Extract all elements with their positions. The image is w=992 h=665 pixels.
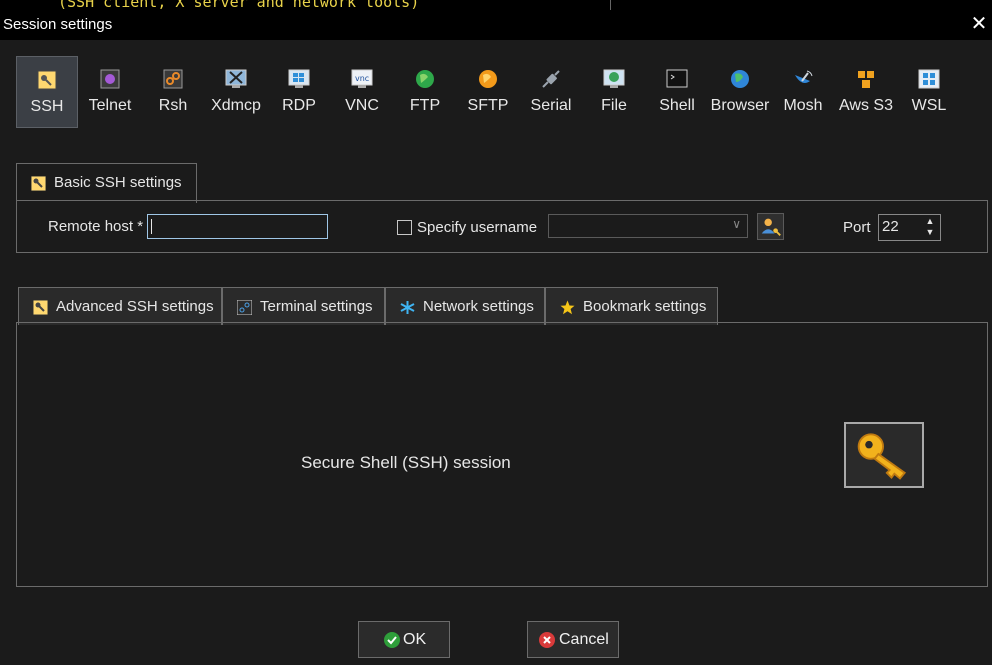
terminal-icon [237, 300, 252, 315]
tab-label: Terminal settings [260, 298, 373, 315]
specify-username-checkbox[interactable] [397, 220, 412, 235]
sftp-globe-icon [479, 70, 497, 88]
session-type-aws-s3[interactable]: Aws S3 [835, 56, 897, 128]
session-type-vnc[interactable]: vnc VNC [331, 56, 393, 128]
session-type-file[interactable]: File [583, 56, 645, 128]
session-type-shell[interactable]: Shell [646, 56, 708, 128]
session-type-label: RDP [282, 97, 316, 114]
telnet-icon [100, 69, 120, 89]
title-bar: Session settings ✕ [0, 10, 992, 40]
ssh-key-large-icon [844, 422, 924, 488]
session-type-label: Aws S3 [839, 97, 893, 114]
cancel-x-icon [539, 632, 555, 648]
port-value: 22 [882, 218, 899, 235]
cancel-button[interactable]: Cancel [527, 621, 619, 658]
session-type-ftp[interactable]: FTP [394, 56, 456, 128]
ssh-key-icon [33, 300, 48, 315]
port-spinbox[interactable]: 22 ▲ ▼ [878, 214, 941, 241]
session-type-label: Serial [530, 97, 572, 114]
session-type-label: VNC [345, 97, 379, 114]
specify-username-label: Specify username [417, 219, 538, 236]
session-type-label: WSL [911, 97, 947, 114]
basic-settings-panel: Remote host * Specify username ∨ Port 22… [16, 200, 988, 253]
tab-advanced-ssh-settings[interactable]: Advanced SSH settings [18, 287, 222, 325]
session-settings-dialog: SSH Telnet Rsh Xdmcp RDP vnc VNC FTP SFT [0, 40, 992, 665]
port-label: Port [843, 219, 871, 236]
browser-globe-icon [731, 70, 749, 88]
remote-host-input[interactable] [147, 214, 328, 239]
spin-up-icon[interactable]: ▲ [923, 216, 937, 227]
session-type-label: Mosh [783, 97, 823, 114]
ssh-key-icon [31, 176, 46, 191]
session-type-xdmcp[interactable]: Xdmcp [205, 56, 267, 128]
username-select[interactable]: ∨ [548, 214, 748, 238]
network-icon [400, 301, 415, 314]
session-type-ssh[interactable]: SSH [16, 56, 78, 128]
ok-button[interactable]: OK [358, 621, 450, 658]
tab-label: Network settings [423, 298, 534, 315]
session-type-label: Browser [710, 97, 770, 114]
session-type-label: Telnet [88, 97, 132, 114]
chevron-down-icon: ∨ [732, 217, 741, 231]
session-type-label: SFTP [467, 97, 509, 114]
wsl-windows-icon [918, 69, 940, 89]
tab-label: Advanced SSH settings [56, 298, 214, 315]
tab-label: Basic SSH settings [54, 174, 182, 191]
remote-host-label: Remote host * [48, 218, 144, 235]
serial-plug-icon [542, 70, 560, 88]
session-type-serial[interactable]: Serial [520, 56, 582, 128]
user-key-icon [761, 218, 781, 236]
session-description: Secure Shell (SSH) session [301, 453, 511, 472]
file-monitor-icon [603, 69, 625, 88]
ssh-key-icon [37, 70, 57, 90]
shell-terminal-icon [666, 69, 688, 88]
session-type-sftp[interactable]: SFTP [457, 56, 519, 128]
tab-network-settings[interactable]: Network settings [385, 287, 545, 325]
session-type-label: Rsh [158, 97, 188, 114]
tab-terminal-settings[interactable]: Terminal settings [222, 287, 385, 325]
session-type-label: Xdmcp [211, 97, 261, 114]
tab-label: Bookmark settings [583, 298, 707, 315]
session-type-label: Shell [659, 97, 695, 114]
user-manager-button[interactable] [757, 213, 784, 240]
session-type-telnet[interactable]: Telnet [79, 56, 141, 128]
tab-basic-ssh-settings[interactable]: Basic SSH settings [16, 163, 197, 203]
session-type-rdp[interactable]: RDP [268, 56, 330, 128]
xdmcp-icon [225, 69, 247, 88]
session-type-label: SSH [30, 98, 64, 115]
session-type-label: File [601, 97, 627, 114]
session-type-browser[interactable]: Browser [709, 56, 771, 128]
rdp-icon [288, 69, 310, 88]
session-type-wsl[interactable]: WSL [898, 56, 960, 128]
tab-bookmark-settings[interactable]: Bookmark settings [545, 287, 718, 325]
session-type-label: FTP [409, 97, 441, 114]
spin-down-icon[interactable]: ▼ [923, 227, 937, 238]
vnc-icon: vnc [351, 69, 373, 88]
cancel-label: Cancel [559, 631, 609, 648]
session-type-mosh[interactable]: Mosh [772, 56, 834, 128]
star-icon [560, 300, 575, 315]
text-caret [151, 219, 152, 234]
svg-text:vnc: vnc [355, 74, 369, 83]
window-title: Session settings [3, 16, 113, 33]
ok-label: OK [403, 631, 427, 648]
aws-s3-cubes-icon [858, 71, 874, 88]
session-type-rsh[interactable]: Rsh [142, 56, 204, 128]
mosh-satellite-icon [795, 70, 813, 83]
close-icon[interactable]: ✕ [968, 13, 990, 35]
rsh-icon [163, 69, 183, 89]
ftp-globe-icon [416, 70, 434, 88]
check-icon [384, 632, 400, 648]
